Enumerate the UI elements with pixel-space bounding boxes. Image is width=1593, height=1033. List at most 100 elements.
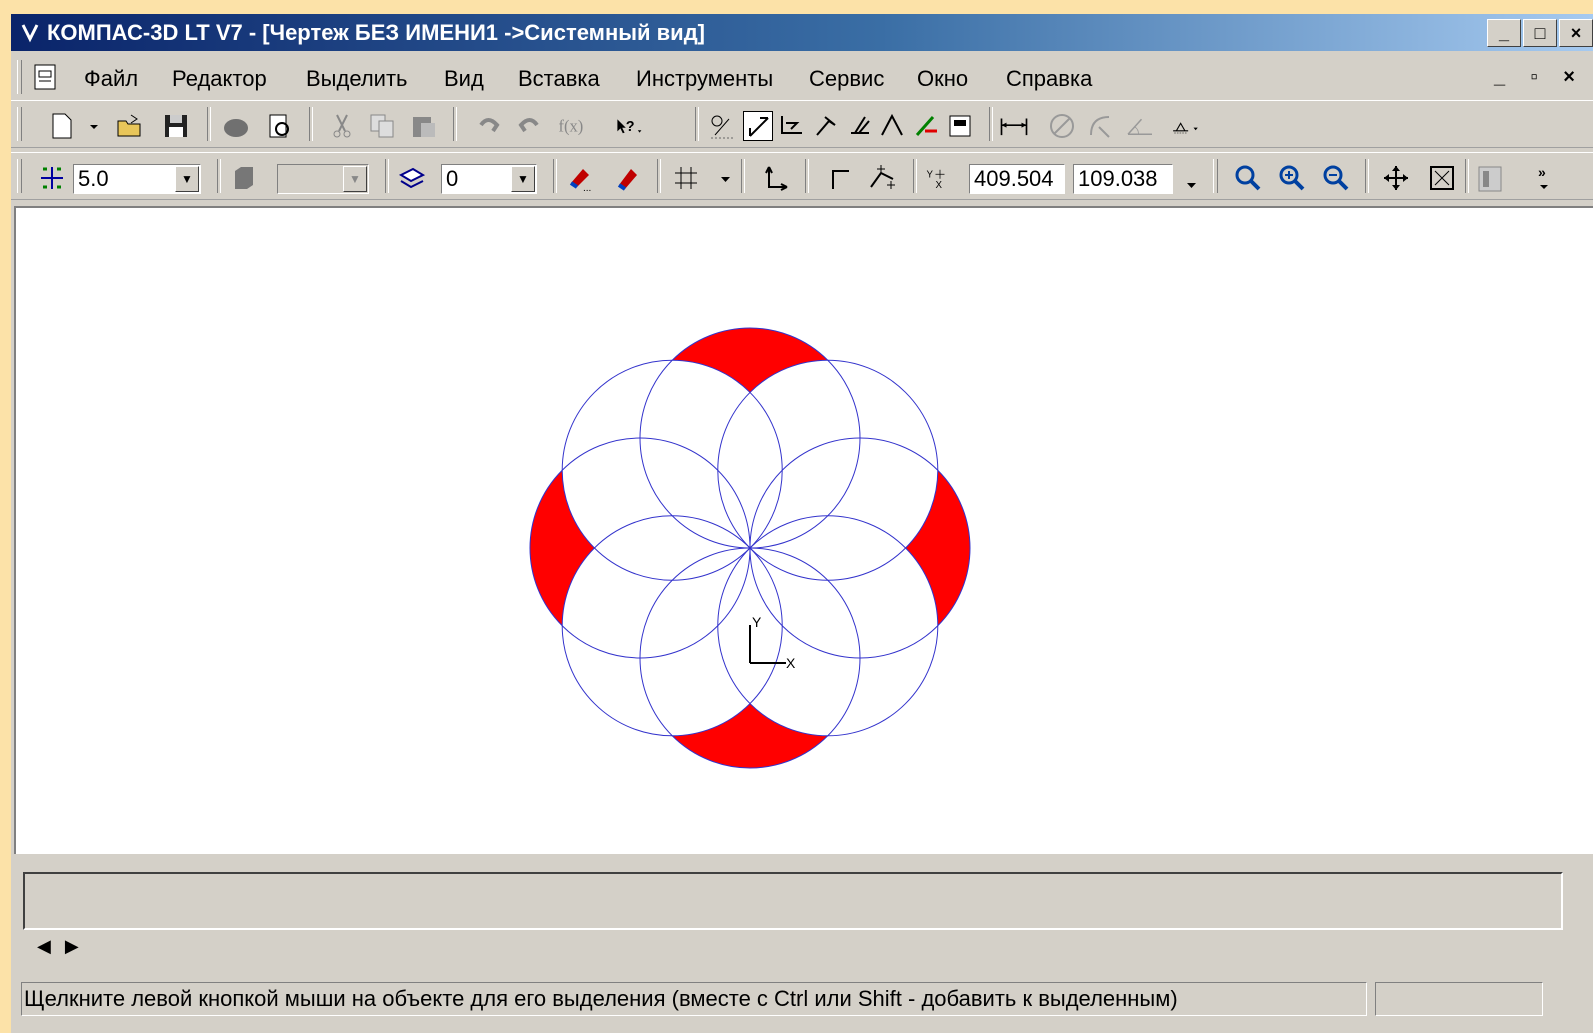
rounding-icon[interactable] [867,163,897,193]
symbols-panel-icon[interactable] [777,111,807,141]
separator [913,159,917,193]
minimize-button[interactable]: _ [1487,19,1521,47]
separator [207,107,211,141]
new-document-icon[interactable] [47,111,77,141]
cursor-step-icon[interactable] [37,163,67,193]
view-combo: ▼ [277,164,369,194]
save-icon[interactable] [161,111,191,141]
specification-panel-icon[interactable] [945,111,975,141]
menu-view[interactable]: Вид [444,66,484,92]
pan-icon[interactable] [1381,163,1411,193]
cursor-step-value: 5.0 [78,166,109,191]
drawing-canvas[interactable]: YX [14,206,1593,854]
close-button[interactable]: × [1559,19,1593,47]
paste-icon[interactable] [409,111,439,141]
chevron-down-icon: ▼ [343,166,367,192]
angle-dimension-icon[interactable] [1125,111,1165,141]
print-icon[interactable] [221,111,251,141]
print-preview-icon[interactable] [265,111,295,141]
svg-text:Y: Y [927,169,934,180]
toolbar-overflow-icon[interactable]: » [1531,163,1555,193]
grid-dropdown-icon[interactable] [711,163,730,193]
maximize-button[interactable]: □ [1523,19,1557,47]
separator [741,159,745,193]
redo-icon[interactable] [515,111,545,141]
separator [453,107,457,141]
menu-file[interactable]: Файл [84,66,138,92]
coordinates-icon[interactable]: YX [925,163,965,193]
document-menu-icon[interactable] [31,63,59,91]
local-coordinate-system-icon[interactable] [761,163,791,193]
menu-insert[interactable]: Вставка [518,66,600,92]
zoom-in-icon[interactable] [1277,163,1307,193]
snap-global-icon[interactable]: ... [565,163,595,193]
layers-icon[interactable] [397,163,427,193]
zoom-fit-icon[interactable] [1427,163,1457,193]
separator [553,159,557,193]
open-folder-icon[interactable] [115,111,145,141]
app-window: КОМПАС-3D LT V7 - [Чертеж БЕЗ ИМЕНИ1 ->С… [11,14,1593,1033]
coord-y-field[interactable]: 109.038 [1073,164,1173,194]
function-fx-icon[interactable]: f(x) [557,111,597,141]
svg-text:X: X [936,180,943,191]
toolbar-grip[interactable] [17,159,22,193]
toolbar-grip[interactable] [17,107,22,141]
coord-x-field[interactable]: 409.504 [969,164,1065,194]
refresh-view-icon[interactable] [1475,163,1505,193]
ortho-mode-icon[interactable] [825,163,855,193]
diameter-dimension-icon[interactable] [1047,111,1077,141]
selection-panel-icon[interactable] [911,111,941,141]
separator [657,159,661,193]
menu-window[interactable]: Окно [917,66,968,92]
copy-icon[interactable] [367,111,397,141]
drawing-svg: YX [529,327,971,769]
menu-tools[interactable]: Инструменты [636,66,773,92]
undo-icon[interactable] [473,111,503,141]
menu-grip[interactable] [17,60,22,94]
grid-icon[interactable] [671,163,701,193]
menu-select[interactable]: Выделить [306,66,408,92]
chevron-down-icon[interactable]: ▼ [175,166,199,192]
window-title: КОМПАС-3D LT V7 - [Чертеж БЕЗ ИМЕНИ1 ->С… [47,20,705,45]
panel-nav-arrows[interactable]: ◀▶ [37,936,93,957]
separator [1465,159,1469,193]
menu-bar: Файл Редактор Выделить Вид Вставка Инстр… [11,54,1593,98]
svg-text:»: » [1538,164,1546,180]
snap-local-icon[interactable] [611,163,641,193]
layer-value: 0 [446,166,459,191]
title-bar[interactable]: КОМПАС-3D LT V7 - [Чертеж БЕЗ ИМЕНИ1 ->С… [11,14,1593,51]
linear-dimension-icon[interactable] [999,111,1035,141]
roughness-dropdown-icon[interactable] [1171,111,1227,141]
measure-panel-icon[interactable] [877,111,907,141]
layer-combo[interactable]: 0 ▼ [441,164,537,194]
zoom-window-icon[interactable] [1233,163,1263,193]
coord-dropdown-icon[interactable] [1177,163,1196,193]
cursor-step-combo[interactable]: 5.0 ▼ [73,164,201,194]
separator [989,107,993,141]
status-extra-field [1375,982,1543,1016]
dimensions-panel-icon[interactable] [743,111,773,141]
view-state-icon[interactable] [229,163,259,193]
separator [1365,159,1369,193]
axis-y-label: Y [752,614,762,630]
parametrization-panel-icon[interactable] [845,111,875,141]
svg-text:?: ? [626,119,635,135]
separator [217,159,221,193]
radius-dimension-icon[interactable] [1085,111,1115,141]
axis-x-label: X [786,655,796,671]
menu-help[interactable]: Справка [1006,66,1092,92]
geometry-panel-icon[interactable] [707,111,737,141]
mdi-window-controls[interactable]: _ ▫ × [1494,66,1585,89]
help-pointer-icon[interactable]: ? [615,111,665,141]
current-state-toolbar: 5.0 ▼ ▼ 0 ▼ ... YX 409.504 109.038 » [11,152,1593,200]
menu-edit[interactable]: Редактор [172,66,267,92]
menu-service[interactable]: Сервис [809,66,884,92]
zoom-out-icon[interactable] [1321,163,1351,193]
new-dropdown-icon[interactable] [79,111,98,141]
edit-panel-icon[interactable] [811,111,841,141]
toolbar-grip[interactable] [1213,159,1218,193]
chevron-down-icon[interactable]: ▼ [511,166,535,192]
separator [805,159,809,193]
separator [309,107,313,141]
cut-icon[interactable] [327,111,357,141]
